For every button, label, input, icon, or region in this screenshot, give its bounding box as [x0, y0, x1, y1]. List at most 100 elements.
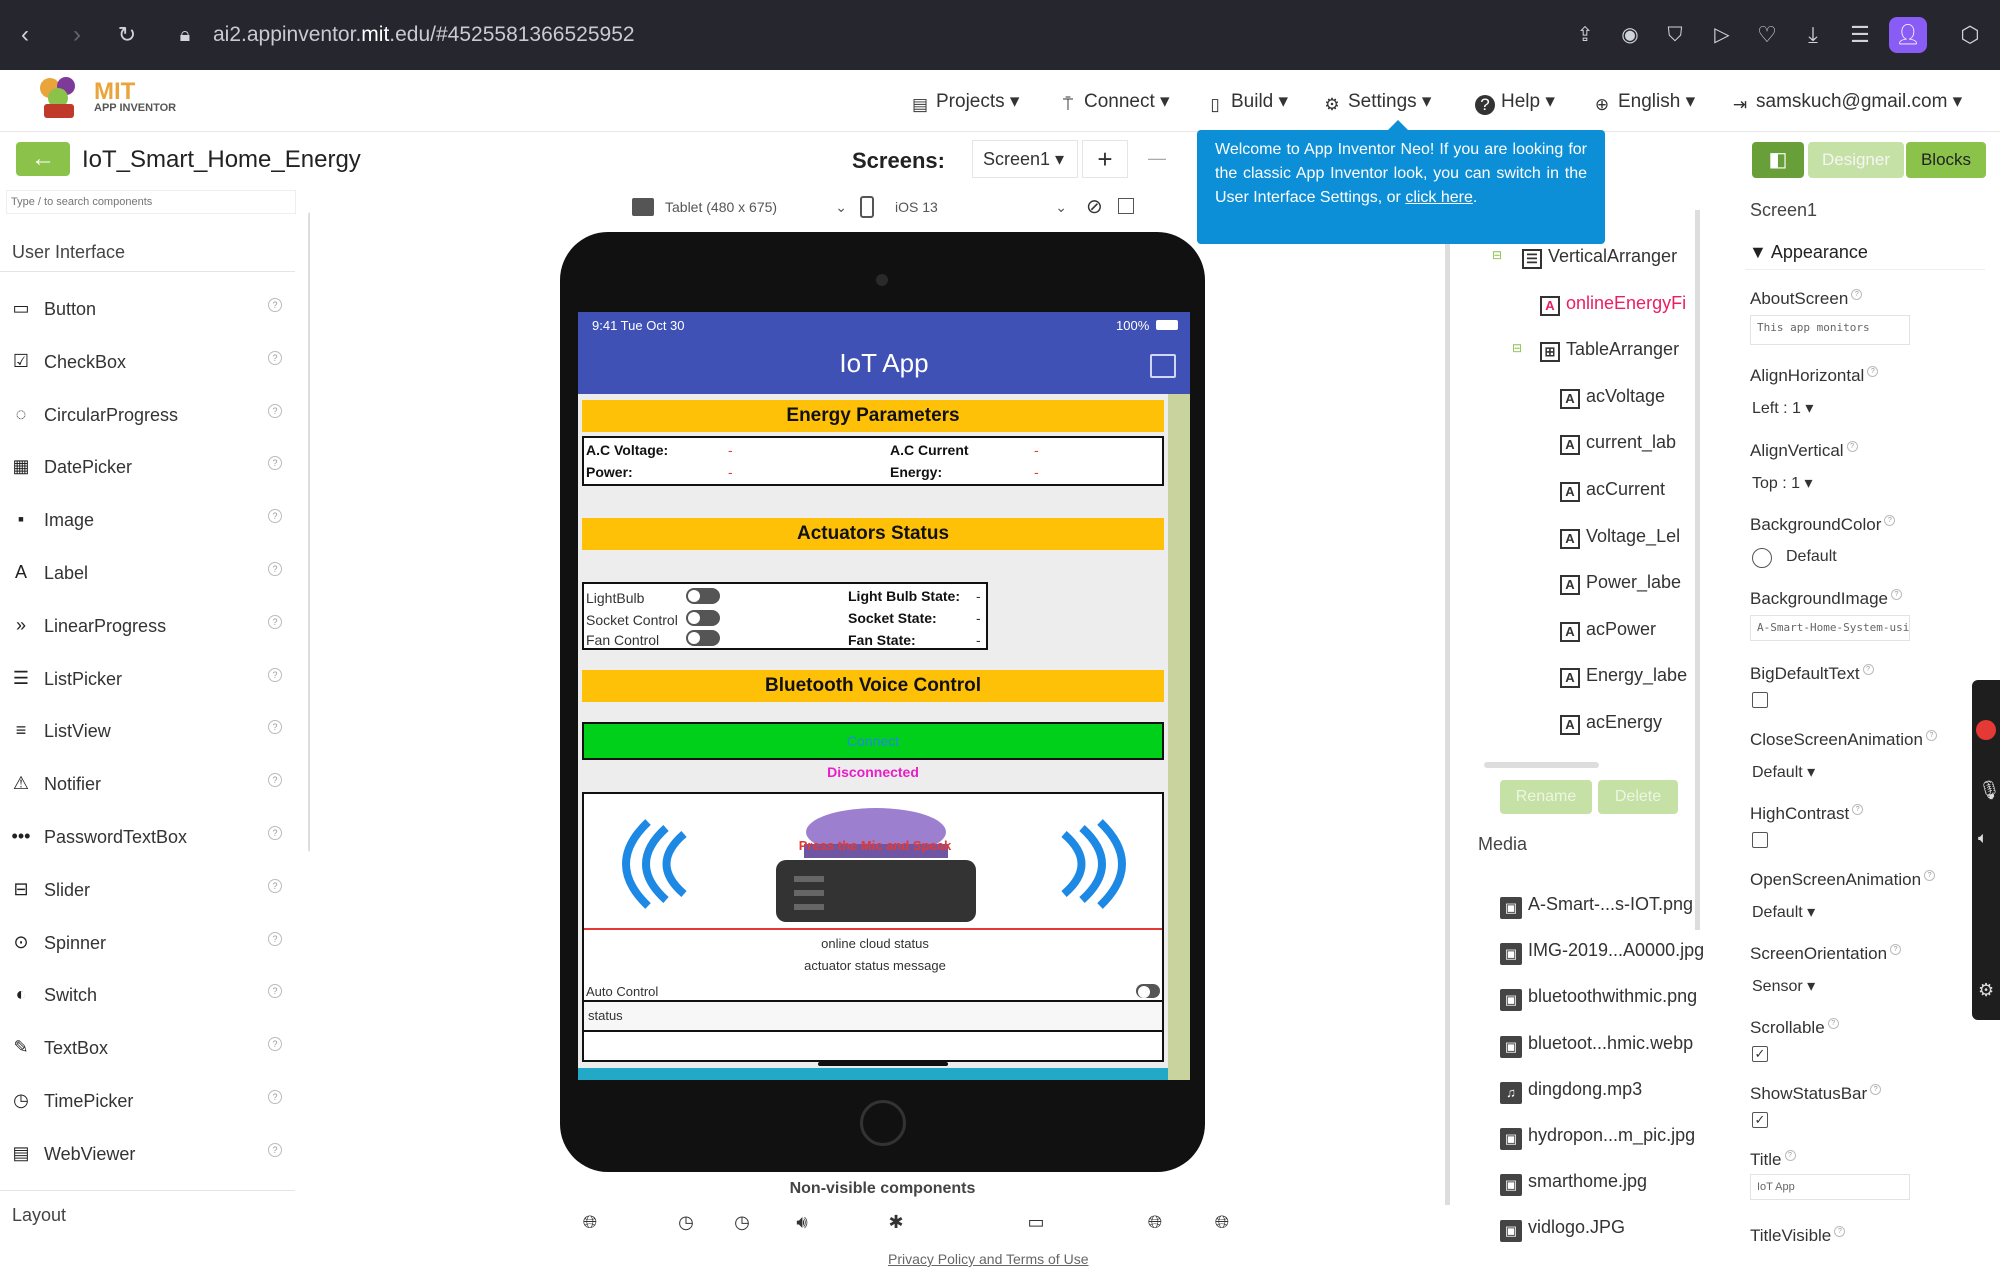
- url-bar[interactable]: ai2.appinventor.mit.edu/#452558136652595…: [213, 14, 1573, 56]
- tree-node-acenergy[interactable]: AacEnergy: [1560, 712, 1662, 735]
- rename-button[interactable]: Rename: [1500, 780, 1592, 814]
- hidden-components-icon[interactable]: ⊘: [1086, 194, 1103, 219]
- click-here-link[interactable]: click here: [1405, 189, 1473, 206]
- tree-node-power_labe[interactable]: A Power_labe: [1560, 572, 1681, 596]
- fan-switch[interactable]: [686, 630, 720, 646]
- category-layout[interactable]: Layout: [0, 1190, 295, 1236]
- collapse-vertical-icon[interactable]: ⊟: [1492, 248, 1502, 262]
- add-screen-button[interactable]: +: [1082, 140, 1128, 178]
- info-icon[interactable]: ?: [268, 403, 282, 418]
- device-size-select[interactable]: Tablet (480 x 675) ⌄: [665, 192, 855, 222]
- tree-node-voltage_lel[interactable]: A Voltage_Lel: [1560, 526, 1680, 549]
- palette-item-button[interactable]: ▭ Button?: [0, 282, 295, 334]
- scrollable-checkbox[interactable]: ✓: [1752, 1046, 1768, 1062]
- media-item[interactable]: ▣ vidlogo.JPG: [1500, 1217, 1625, 1243]
- palette-item-passwordtextbox[interactable]: ••• PasswordTextBox?: [0, 810, 295, 862]
- media-item[interactable]: ▣ A-Smart-...s-IOT.png: [1500, 894, 1693, 919]
- palette-item-listview[interactable]: ≡ ListView?: [0, 704, 295, 756]
- tree-node-tablearranger[interactable]: ⊞ TableArranger: [1540, 339, 1679, 363]
- palette-item-slider[interactable]: ⊟ Slider?: [0, 863, 295, 915]
- speech-icon[interactable]: ▭: [1024, 1210, 1048, 1234]
- background-image-field[interactable]: A-Smart-Home-System-usir: [1750, 615, 1910, 641]
- share-icon[interactable]: ⇪: [1570, 20, 1600, 50]
- web-globe-icon[interactable]: 🌐︎: [1143, 1210, 1167, 1234]
- collapse-table-icon[interactable]: ⊟: [1512, 341, 1522, 355]
- menu-connect[interactable]: ⍑ Connect ▾: [1058, 90, 1170, 115]
- media-item[interactable]: ♫ dingdong.mp3: [1500, 1079, 1642, 1104]
- clock-icon[interactable]: ◷: [674, 1210, 698, 1234]
- palette-item-circularprogress[interactable]: ◌ CircularProgress?: [0, 388, 295, 440]
- info-icon[interactable]: ?: [268, 350, 282, 365]
- back-icon[interactable]: ‹: [10, 20, 40, 50]
- menu-help[interactable]: ? Help ▾: [1475, 90, 1555, 115]
- mic-icon[interactable]: 🎙︎: [1978, 780, 2000, 801]
- info-icon[interactable]: ?: [268, 667, 282, 682]
- palette-item-label[interactable]: A Label?: [0, 546, 295, 598]
- connect-button[interactable]: Connect: [582, 722, 1164, 760]
- profile-icon[interactable]: 👤︎: [1889, 17, 1927, 53]
- record-icon[interactable]: [1976, 720, 1996, 740]
- socket-switch[interactable]: [686, 610, 720, 626]
- settings-gear-icon[interactable]: ⚙: [1978, 980, 1994, 1001]
- designer-button[interactable]: Designer: [1808, 142, 1904, 178]
- tree-node-current_lab[interactable]: Acurrent_lab: [1560, 432, 1676, 456]
- palette-item-textbox[interactable]: ✎ TextBox?: [0, 1021, 295, 1073]
- menu-lines-icon[interactable]: ☰: [1845, 20, 1875, 50]
- tree-node-acvoltage[interactable]: AacVoltage: [1560, 386, 1665, 409]
- about-screen-textarea[interactable]: This app monitors: [1750, 315, 1910, 345]
- auto-control-switch[interactable]: [1136, 984, 1160, 998]
- info-icon[interactable]: ?: [268, 562, 282, 576]
- remove-screen-button[interactable]: —: [1134, 140, 1180, 178]
- background-color-swatch[interactable]: [1752, 548, 1772, 568]
- palette-item-webviewer[interactable]: ▤ WebViewer?: [0, 1127, 295, 1179]
- palette-item-spinner[interactable]: ⊙ Spinner?: [0, 916, 295, 968]
- screen-orientation-select[interactable]: Sensor ▾: [1752, 976, 1815, 996]
- shield-icon[interactable]: ⛉: [1660, 20, 1690, 50]
- info-icon[interactable]: ?: [268, 509, 282, 524]
- bluetooth-mic-image[interactable]: [604, 804, 1144, 924]
- info-icon[interactable]: ?: [268, 298, 282, 312]
- show-hidden-checkbox[interactable]: [1118, 198, 1134, 214]
- media-item[interactable]: ▣ hydropon...m_pic.jpg: [1500, 1125, 1695, 1150]
- menu-language[interactable]: ⊕ English ▾: [1592, 90, 1695, 115]
- toggle-panels-button[interactable]: ◧: [1752, 142, 1804, 178]
- tree-node-accurrent[interactable]: AacCurrent: [1560, 479, 1665, 502]
- privacy-link[interactable]: Privacy Policy and Terms of Use: [888, 1251, 1088, 1267]
- align-vertical-select[interactable]: Top : 1 ▾: [1752, 473, 1813, 493]
- media-item[interactable]: ▣ bluetoot...hmic.webp: [1500, 1033, 1693, 1058]
- tree-hscrollbar[interactable]: [1484, 762, 1599, 768]
- info-icon[interactable]: ?: [268, 878, 282, 893]
- menu-settings[interactable]: ⚙ Settings ▾: [1322, 90, 1431, 115]
- palette-item-switch[interactable]: ◐ Switch?: [0, 968, 295, 1020]
- appearance-group[interactable]: ▼ Appearance: [1745, 236, 1985, 270]
- delete-button[interactable]: Delete: [1598, 780, 1678, 814]
- download-icon[interactable]: ⤓: [1798, 20, 1828, 50]
- high-contrast-checkbox[interactable]: [1752, 832, 1768, 848]
- menu-account[interactable]: ⇥ samskuch@gmail.com ▾: [1730, 90, 1962, 115]
- info-icon[interactable]: ?: [268, 984, 282, 999]
- title-field[interactable]: IoT App: [1750, 1174, 1910, 1200]
- clock-icon[interactable]: ◷: [730, 1210, 754, 1234]
- tree-scrollbar[interactable]: [1695, 210, 1700, 930]
- os-select[interactable]: iOS 13 ⌄: [895, 192, 1075, 222]
- info-icon[interactable]: ?: [268, 1142, 282, 1157]
- palette-item-timepicker[interactable]: ◷ TimePicker?: [0, 1074, 295, 1126]
- speaker-icon[interactable]: 🔈︎: [1978, 830, 1988, 848]
- info-icon[interactable]: ?: [268, 1090, 282, 1104]
- align-horizontal-select[interactable]: Left : 1 ▾: [1752, 398, 1813, 418]
- info-icon[interactable]: ?: [268, 456, 282, 471]
- tree-node-acpower[interactable]: AacPower: [1560, 619, 1656, 642]
- tree-node-verticalarranger[interactable]: ☰ VerticalArranger: [1522, 246, 1677, 269]
- bluetooth-icon[interactable]: ✱: [884, 1210, 908, 1234]
- show-statusbar-checkbox[interactable]: ✓: [1752, 1112, 1768, 1128]
- web-globe-icon[interactable]: 🌐︎: [1210, 1210, 1234, 1234]
- palette-item-datepicker[interactable]: ▦ DatePicker?: [0, 440, 295, 492]
- camera-icon[interactable]: ◉: [1615, 20, 1645, 50]
- info-icon[interactable]: ?: [268, 826, 282, 840]
- close-animation-select[interactable]: Default ▾: [1752, 762, 1815, 782]
- tree-node-energy_labe[interactable]: A Energy_labe: [1560, 665, 1687, 689]
- menu-projects[interactable]: ▤ Projects ▾: [910, 90, 1020, 115]
- tree-node-onlineenergyfi[interactable]: AonlineEnergyFi: [1540, 293, 1686, 316]
- lightbulb-switch[interactable]: [686, 588, 720, 604]
- media-item[interactable]: ▣ bluetoothwithmic.png: [1500, 986, 1697, 1012]
